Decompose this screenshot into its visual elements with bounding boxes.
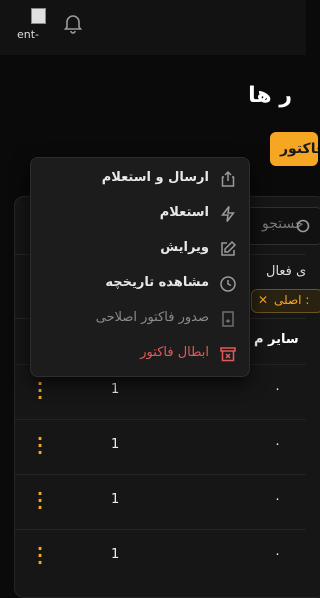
corrective-invoice-icon bbox=[219, 310, 237, 328]
row-value: ۰ bbox=[274, 492, 281, 507]
menu-item-send-inquiry[interactable]: ارسال و استعلام bbox=[31, 162, 249, 196]
clock-icon bbox=[219, 275, 237, 293]
menu-item-inquiry[interactable]: استعلام bbox=[31, 197, 249, 231]
broken-image-icon bbox=[31, 8, 46, 24]
lightning-icon bbox=[219, 205, 237, 223]
row-value: ۰ bbox=[274, 547, 281, 562]
table-row: · · · 1 ۰ bbox=[14, 474, 306, 528]
search-icon bbox=[296, 218, 310, 233]
edit-icon bbox=[219, 240, 237, 258]
menu-item-view-history[interactable]: مشاهده تاریخچه bbox=[31, 267, 249, 301]
row-count: 1 bbox=[111, 547, 120, 562]
filter-label: ی فعال bbox=[266, 264, 307, 279]
menu-item-label: استعلام bbox=[159, 205, 209, 220]
row-value: ۰ bbox=[274, 382, 281, 397]
filter-chip-label: : اصلی bbox=[274, 293, 310, 307]
menu-item-label: ابطال فاکتور bbox=[140, 345, 209, 360]
kebab-menu-icon[interactable]: · · · bbox=[30, 541, 50, 571]
menu-item-label: ویرایش bbox=[160, 240, 209, 255]
kebab-menu-icon[interactable]: · · · bbox=[30, 376, 50, 406]
row-count: 1 bbox=[111, 492, 120, 507]
page-title: ر ها bbox=[248, 83, 292, 108]
table-row: · · · 1 ۰ bbox=[14, 419, 306, 473]
cancel-invoice-icon bbox=[219, 345, 237, 363]
kebab-menu-icon[interactable]: · · · bbox=[30, 431, 50, 461]
add-invoice-button[interactable]: فاکتور bbox=[270, 132, 318, 166]
menu-item-label: مشاهده تاریخچه bbox=[105, 275, 209, 290]
kebab-menu-icon[interactable]: · · · bbox=[30, 486, 50, 516]
menu-item-edit[interactable]: ویرایش bbox=[31, 232, 249, 266]
filter-chip[interactable]: ✕ : اصلی bbox=[251, 289, 320, 313]
menu-item-cancel-invoice[interactable]: ابطال فاکتور bbox=[31, 337, 249, 371]
logo-alt-text: ent- bbox=[17, 28, 40, 40]
row-divider bbox=[14, 474, 306, 475]
menu-item-corrective-invoice[interactable]: صدور فاکتور اصلاحی bbox=[31, 302, 249, 336]
row-count: 1 bbox=[111, 437, 120, 452]
share-icon bbox=[219, 170, 237, 188]
row-actions-menu: ارسال و استعلام استعلام ویرایش مشاهده تا… bbox=[30, 157, 250, 377]
table-row: · · · 1 ۰ bbox=[14, 529, 306, 583]
row-value: ۰ bbox=[274, 437, 281, 452]
menu-item-label: ارسال و استعلام bbox=[101, 170, 209, 185]
close-icon[interactable]: ✕ bbox=[258, 293, 268, 307]
row-divider bbox=[14, 419, 306, 420]
row-count: 1 bbox=[111, 382, 120, 397]
menu-item-label: صدور فاکتور اصلاحی bbox=[95, 310, 209, 325]
logo[interactable]: ent- bbox=[17, 8, 47, 40]
row-divider bbox=[14, 529, 306, 530]
bell-icon[interactable] bbox=[63, 12, 83, 34]
column-header: سایر م bbox=[254, 332, 299, 347]
